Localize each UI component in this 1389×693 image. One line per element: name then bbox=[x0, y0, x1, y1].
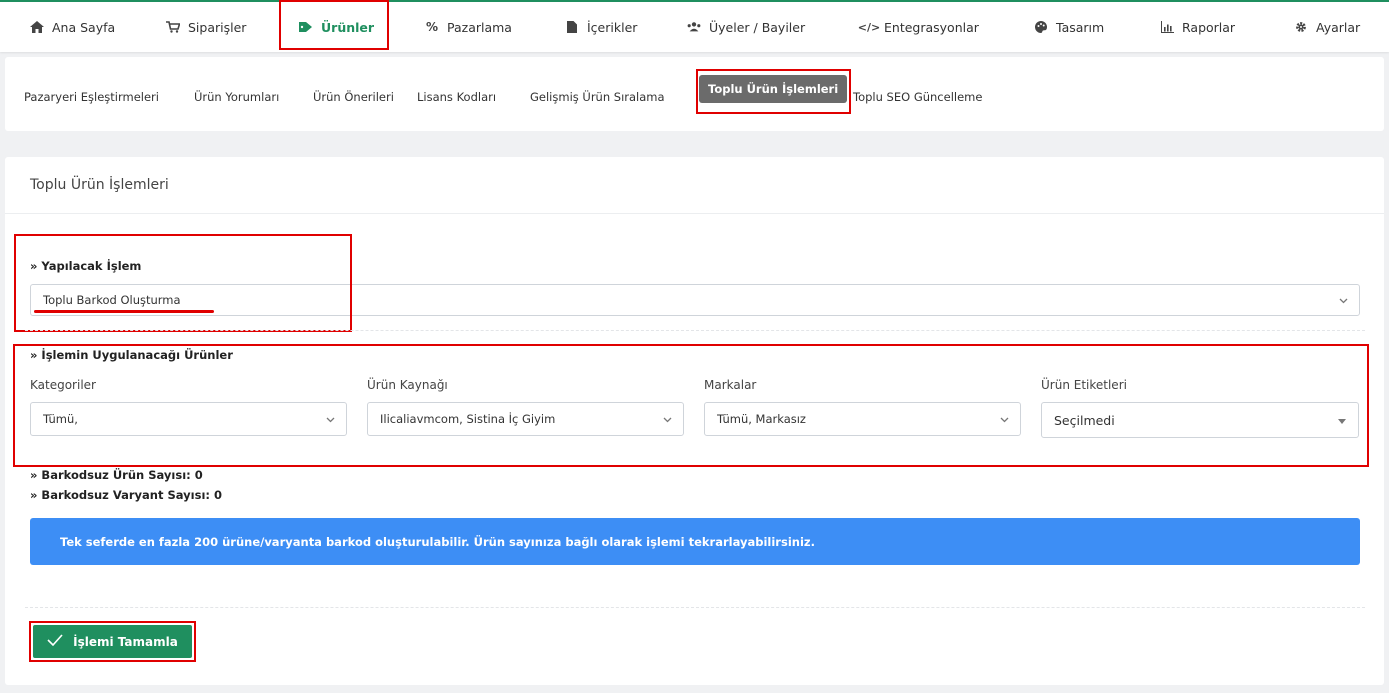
nav-item-label: Siparişler bbox=[188, 19, 247, 35]
highlight-box-bulk-operations-tab bbox=[696, 69, 851, 114]
nav-item-settings[interactable]: Ayarlar bbox=[1294, 2, 1360, 52]
subnav-item-advanced-sorting[interactable]: Gelişmiş Ürün Sıralama bbox=[530, 90, 665, 104]
info-alert: Tek seferde en fazla 200 ürüne/varyanta … bbox=[30, 518, 1360, 565]
home-icon bbox=[30, 20, 44, 34]
chevron-down-icon bbox=[1339, 296, 1348, 304]
palette-icon bbox=[1034, 20, 1048, 34]
nav-item-label: Entegrasyonlar bbox=[884, 19, 979, 35]
nav-item-contents[interactable]: İçerikler bbox=[565, 2, 637, 52]
subnav-item-license-codes[interactable]: Lisans Kodları bbox=[417, 90, 496, 104]
nav-item-label: Raporlar bbox=[1182, 19, 1236, 35]
highlight-box-operation bbox=[14, 234, 352, 332]
highlight-underline bbox=[34, 310, 214, 313]
highlight-box-submit bbox=[29, 621, 196, 662]
nav-item-label: Tasarım bbox=[1056, 19, 1105, 35]
bulk-operations-panel: Toplu Ürün İşlemleri » Yapılacak İşlem T… bbox=[5, 157, 1384, 685]
nav-item-label: Pazarlama bbox=[447, 19, 512, 35]
subnav-item-product-recommendations[interactable]: Ürün Önerileri bbox=[313, 90, 394, 104]
divider bbox=[5, 213, 1384, 214]
nav-item-design[interactable]: Tasarım bbox=[1034, 2, 1104, 52]
dashed-divider bbox=[25, 607, 1365, 608]
cart-icon bbox=[166, 20, 180, 34]
gear-icon bbox=[1294, 20, 1308, 34]
nav-item-marketing[interactable]: % Pazarlama bbox=[425, 2, 512, 52]
code-icon: </> bbox=[857, 20, 881, 34]
nav-item-integrations[interactable]: </> Entegrasyonlar bbox=[857, 2, 979, 52]
nav-item-label: Ana Sayfa bbox=[52, 19, 116, 35]
sub-navigation: Pazaryeri Eşleştirmeleri Ürün Yorumları … bbox=[5, 57, 1384, 131]
file-icon bbox=[565, 20, 579, 34]
highlight-box-products-section bbox=[13, 344, 1369, 467]
subnav-item-bulk-seo-update[interactable]: Toplu SEO Güncelleme bbox=[853, 90, 982, 104]
nav-item-orders[interactable]: Siparişler bbox=[166, 2, 246, 52]
subnav-item-product-reviews[interactable]: Ürün Yorumları bbox=[194, 90, 279, 104]
nav-item-members[interactable]: Üyeler / Bayiler bbox=[687, 2, 805, 52]
no-barcode-product-count: » Barkodsuz Ürün Sayısı: 0 bbox=[30, 468, 203, 482]
nav-item-home[interactable]: Ana Sayfa bbox=[30, 2, 115, 52]
highlight-box-products-nav bbox=[279, 0, 389, 50]
info-alert-text: Tek seferde en fazla 200 ürüne/varyanta … bbox=[60, 534, 815, 549]
no-barcode-variant-count: » Barkodsuz Varyant Sayısı: 0 bbox=[30, 488, 222, 502]
top-navigation: Ana Sayfa Siparişler Ürünler % Pazarlama… bbox=[0, 0, 1389, 52]
nav-item-label: Ayarlar bbox=[1316, 19, 1361, 35]
nav-item-label: İçerikler bbox=[587, 19, 638, 35]
users-icon bbox=[687, 20, 701, 34]
chart-icon bbox=[1160, 20, 1174, 34]
panel-title: Toplu Ürün İşlemleri bbox=[30, 177, 169, 193]
dashed-divider bbox=[25, 330, 1365, 331]
subnav-item-marketplace-matching[interactable]: Pazaryeri Eşleştirmeleri bbox=[24, 90, 159, 104]
nav-item-reports[interactable]: Raporlar bbox=[1160, 2, 1235, 52]
nav-item-label: Üyeler / Bayiler bbox=[709, 19, 806, 35]
percent-icon: % bbox=[425, 20, 439, 34]
